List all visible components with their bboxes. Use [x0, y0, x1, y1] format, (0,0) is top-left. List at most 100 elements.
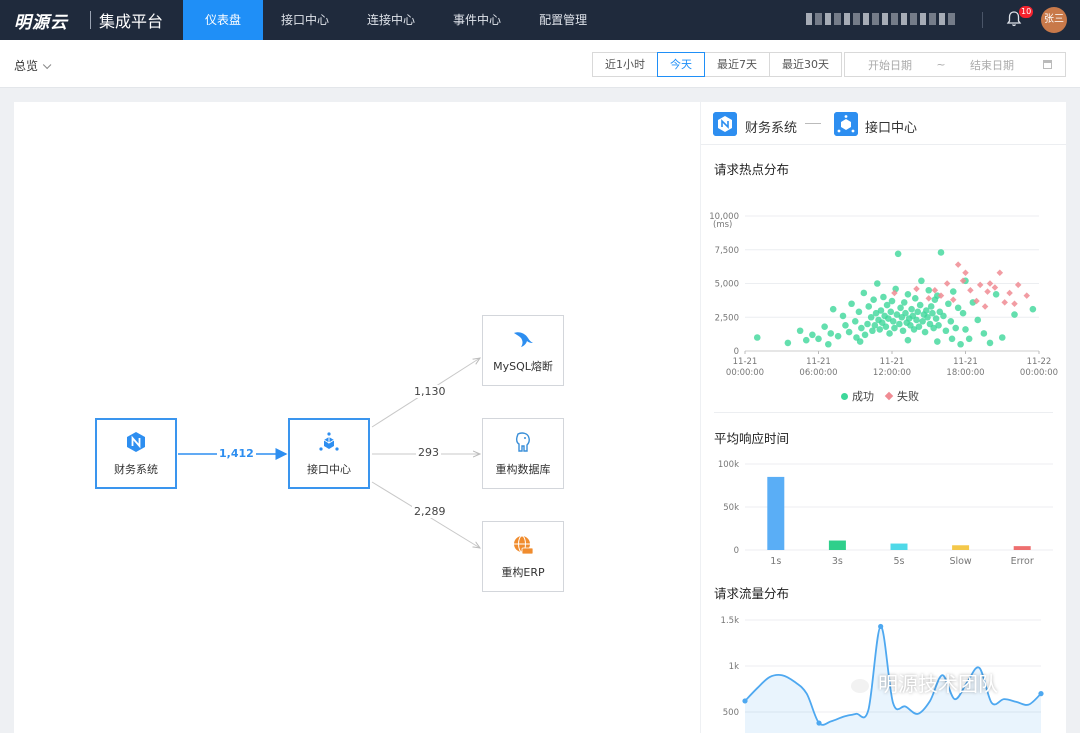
- bar: [952, 545, 970, 550]
- scatter-point-fail: [986, 280, 994, 287]
- y-tick-label: 500: [723, 708, 739, 718]
- scatter-point-success: [889, 318, 897, 325]
- topology-panel: 1,412 1,130 293 2,289 财务系统 接口中心 MySQL熔断 …: [14, 102, 700, 733]
- node-label: 重构数据库: [495, 462, 551, 476]
- range-1h-button[interactable]: 近1小时: [592, 52, 658, 77]
- nav-item-config[interactable]: 配置管理: [520, 0, 606, 40]
- y-tick-label: 5,000: [715, 280, 739, 290]
- y-tick-label: 50k: [723, 503, 739, 513]
- node-mysql-breaker[interactable]: MySQL熔断: [482, 315, 564, 386]
- scatter-point-success: [913, 316, 920, 324]
- x-tick-label: 00:00:00: [726, 368, 764, 378]
- x-tick-label: 11-21: [953, 357, 978, 367]
- cube-network-icon: [319, 431, 339, 451]
- nginx-icon: [127, 431, 145, 452]
- cube-network-icon: [834, 112, 858, 136]
- node-refactor-db[interactable]: 重构数据库: [482, 418, 564, 489]
- date-separator: ~: [936, 58, 946, 71]
- hotspot-title: 请求热点分布: [714, 162, 790, 177]
- range-7d-button[interactable]: 最近7天: [704, 52, 770, 77]
- scatter-point-success: [886, 330, 893, 337]
- x-tick-label: Slow: [949, 556, 971, 567]
- series-point: [878, 623, 884, 630]
- scatter-point-success: [937, 249, 945, 256]
- database-elephant-icon: [515, 431, 530, 452]
- scatter-point-success: [839, 312, 847, 320]
- scatter-point-success: [902, 309, 909, 317]
- scatter-point-success: [861, 331, 869, 339]
- legend-label: 失败: [897, 390, 919, 403]
- x-tick-label: 3s: [832, 556, 843, 567]
- nav-item-dashboard[interactable]: 仪表盘: [183, 0, 264, 40]
- scatter-point-success: [927, 303, 935, 310]
- edge-label: 293: [416, 446, 441, 459]
- scatter-point-success: [899, 327, 907, 335]
- scatter-point-success: [882, 323, 890, 330]
- scatter-point-success: [888, 297, 896, 305]
- scatter-point-success: [921, 328, 929, 336]
- scatter-point-success: [992, 291, 1000, 298]
- scatter-point-success: [848, 300, 855, 308]
- node-api-center[interactable]: 接口中心: [288, 418, 370, 489]
- node-label: 重构ERP: [501, 565, 545, 579]
- scatter-point-success: [935, 322, 942, 329]
- scatter-point-fail: [913, 285, 920, 293]
- scatter-point-success: [802, 336, 810, 344]
- scatter-point-success: [821, 323, 828, 330]
- node-finance-system[interactable]: 财务系统: [95, 418, 177, 489]
- scatter-point-success: [932, 315, 940, 322]
- calendar-icon[interactable]: [1043, 60, 1052, 69]
- scatter-point-success: [855, 308, 863, 316]
- y-axis-unit: (ms): [713, 220, 732, 230]
- scatter-point-success: [815, 335, 822, 343]
- legend-dot: [841, 392, 848, 400]
- source-name: 财务系统: [745, 121, 798, 136]
- scatter-point-success: [929, 309, 936, 317]
- nav-item-connection-center[interactable]: 连接中心: [348, 0, 434, 40]
- nav-item-api-center[interactable]: 接口中心: [263, 0, 348, 40]
- top-nav: 明源云 集成平台 仪表盘 接口中心 连接中心 事件中心 配置管理 10 张三: [0, 0, 1080, 40]
- bar: [828, 540, 846, 550]
- y-tick-label: 1k: [729, 662, 739, 672]
- legend-diamond: [884, 391, 894, 401]
- node-refactor-erp[interactable]: 重构ERP: [482, 521, 564, 592]
- nav-item-event-center[interactable]: 事件中心: [434, 0, 520, 40]
- scope-label: 总览: [14, 59, 39, 73]
- scatter-point-success: [1029, 305, 1037, 313]
- nav-divider: [982, 12, 983, 28]
- scatter-point-success: [796, 327, 804, 335]
- bar: [767, 476, 785, 550]
- legend-fail[interactable]: 失败: [884, 388, 919, 404]
- series-point: [816, 720, 822, 726]
- edge-label: 1,412: [217, 447, 256, 460]
- mysql-dolphin-icon: [514, 331, 533, 347]
- node-label: 接口中心: [307, 462, 351, 476]
- series-point: [1038, 691, 1044, 697]
- x-tick-label: 11-21: [733, 357, 758, 367]
- scope-dropdown[interactable]: 总览: [14, 57, 52, 74]
- arrow-right-icon: [805, 123, 821, 124]
- range-30d-button[interactable]: 最近30天: [769, 52, 842, 77]
- avatar[interactable]: 张三: [1041, 7, 1067, 33]
- scatter-point-success: [877, 307, 885, 314]
- scatter-point-success: [897, 304, 904, 312]
- logo[interactable]: 明源云: [14, 8, 90, 33]
- edge-label: 2,289: [412, 505, 448, 518]
- x-tick-label: 11-21: [806, 357, 831, 367]
- scatter-point-success: [860, 289, 868, 297]
- chevron-down-icon: [42, 60, 52, 70]
- scatter-point-success: [949, 288, 957, 295]
- scatter-point-success: [864, 320, 871, 328]
- range-today-button[interactable]: 今天: [657, 52, 705, 77]
- end-date-input[interactable]: 结束日期: [947, 57, 1037, 73]
- scatter-point-success: [865, 303, 873, 310]
- scatter-point-fail: [991, 284, 999, 291]
- date-range-picker[interactable]: 开始日期 ~ 结束日期: [844, 52, 1066, 77]
- scatter-point-success: [948, 335, 956, 343]
- x-tick-label: 5s: [894, 556, 905, 567]
- legend-success[interactable]: 成功: [841, 388, 874, 404]
- scatter-point-success: [914, 308, 922, 316]
- hotspot-scatter-chart[interactable]: 02,5005,0007,50010,000(ms)11-2100:00:001…: [701, 182, 1066, 382]
- start-date-input[interactable]: 开始日期: [845, 57, 935, 73]
- avg-response-bar-chart[interactable]: 0 50k 100k 1s 3s 5s Slow Error: [701, 454, 1066, 574]
